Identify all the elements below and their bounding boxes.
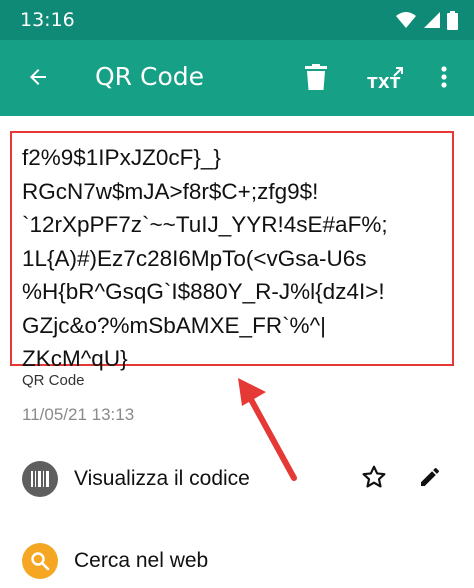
txt-export-button[interactable]: TXT xyxy=(362,59,406,99)
delete-icon xyxy=(305,63,327,95)
more-options-button[interactable] xyxy=(424,59,464,99)
back-arrow-icon xyxy=(26,65,50,94)
favorite-button[interactable] xyxy=(358,463,390,495)
code-content[interactable]: f2%9$1IPxJZ0cF}_} RGcN7w$mJA>f8r$C+;zfg9… xyxy=(22,141,462,376)
web-search-label: Cerca nel web xyxy=(74,549,209,572)
battery-icon xyxy=(447,10,458,30)
code-format-label: QR Code xyxy=(22,372,85,389)
more-vert-icon xyxy=(441,65,447,93)
signal-icon xyxy=(423,11,441,29)
back-button[interactable] xyxy=(18,59,58,99)
code-line: GZjc&o?%mSbAMXE_FR`%^| xyxy=(22,312,326,338)
code-line: `12rXpPF7z`~~TuIJ_YYR!4sE#aF%; xyxy=(22,212,388,237)
status-icons xyxy=(395,10,458,30)
app-bar: QR Code TXT xyxy=(0,40,474,116)
status-time: 13:16 xyxy=(20,9,75,31)
search-icon xyxy=(22,543,58,579)
code-line: 1L{A)#)Ez7c28I6MpTo(<vGsa-U6s xyxy=(22,245,367,271)
scan-date-label: 11/05/21 13:13 xyxy=(22,405,135,424)
page-title: QR Code xyxy=(95,62,204,91)
wifi-icon xyxy=(395,11,417,29)
edit-button[interactable] xyxy=(414,463,446,495)
pencil-icon xyxy=(418,465,442,494)
view-code-action[interactable]: Visualizza il codice xyxy=(0,449,474,509)
star-icon xyxy=(361,464,387,495)
view-code-label: Visualizza il codice xyxy=(74,467,250,490)
code-line: f2%9$1IPxJZ0cF}_} xyxy=(22,145,221,170)
code-line: RGcN7w$mJA>f8r$C+;zfg9$! xyxy=(22,178,319,204)
code-line: %H{bR^GsqG`I$880Y_R-J%l{dz4I>! xyxy=(22,279,385,304)
status-bar: 13:16 xyxy=(0,0,474,40)
barcode-icon xyxy=(22,461,58,497)
txt-export-icon xyxy=(392,65,404,83)
delete-button[interactable] xyxy=(296,59,336,99)
web-search-action[interactable]: Cerca nel web xyxy=(0,531,474,588)
code-line: ZKcM^qU} xyxy=(22,346,128,371)
